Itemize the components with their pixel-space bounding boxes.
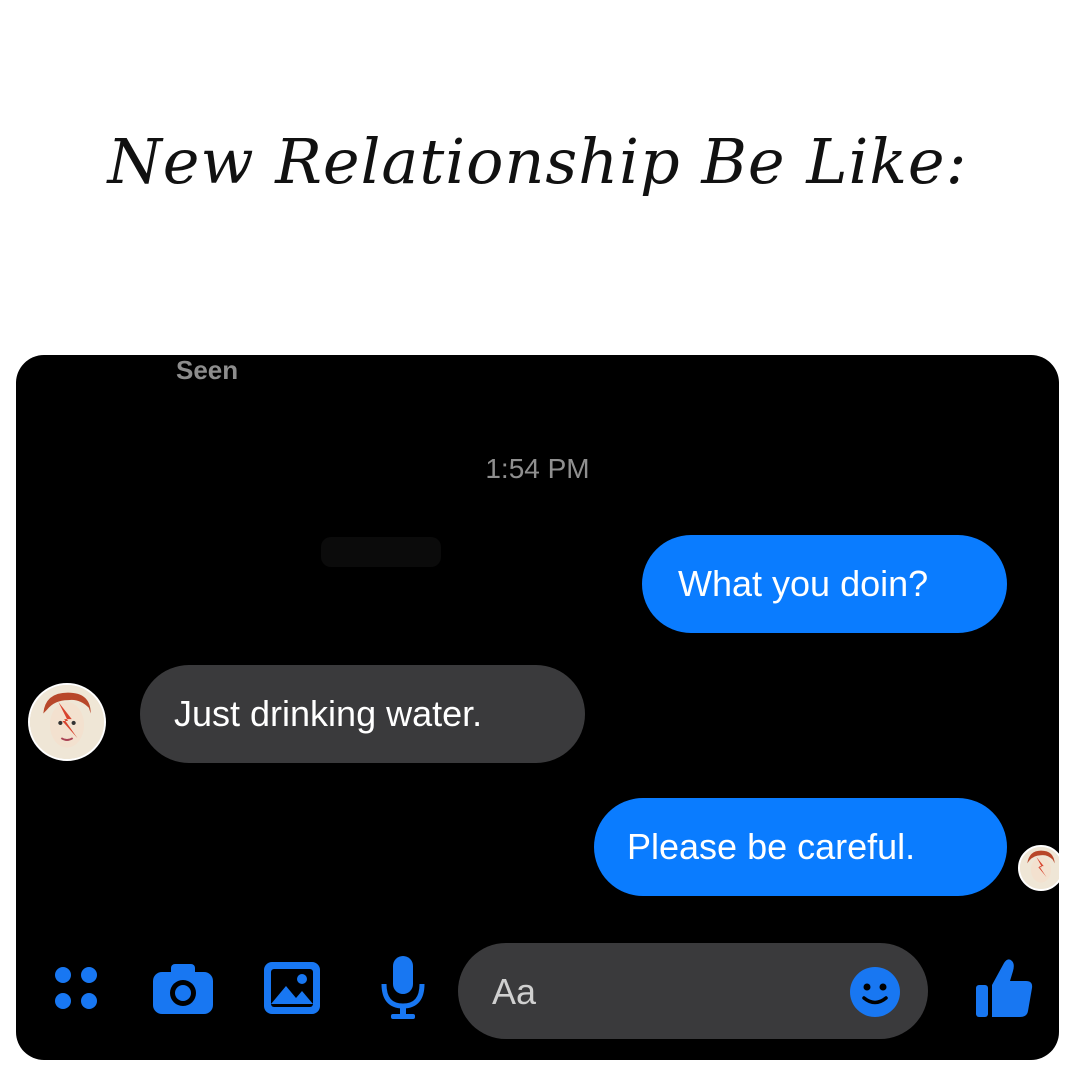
messenger-chat-window: Seen 1:54 PM What you doin? Just drinkin…	[16, 355, 1059, 1060]
camera-icon[interactable]	[148, 956, 218, 1020]
message-text: Please be careful.	[627, 826, 916, 867]
seen-indicator: Seen	[176, 355, 239, 385]
message-input[interactable]	[490, 969, 824, 1015]
read-receipt-avatar	[1018, 845, 1059, 891]
gallery-icon[interactable]	[260, 956, 324, 1020]
meme-title: New Relationship Be Like:	[107, 125, 968, 198]
incoming-message-bubble[interactable]: Just drinking water.	[140, 665, 585, 763]
message-composer[interactable]	[458, 943, 928, 1039]
blurred-area	[321, 537, 441, 567]
message-text: What you doin?	[678, 563, 929, 604]
outgoing-message-bubble[interactable]: What you doin?	[642, 535, 1007, 633]
apps-icon[interactable]	[46, 958, 106, 1018]
outgoing-message-bubble[interactable]: Please be careful.	[594, 798, 1007, 896]
thumbs-up-icon[interactable]	[971, 954, 1037, 1022]
emoji-icon[interactable]	[848, 965, 902, 1019]
contact-avatar[interactable]	[28, 683, 106, 761]
microphone-icon[interactable]	[374, 952, 432, 1024]
composer-toolbar	[16, 930, 1059, 1050]
message-text: Just drinking water.	[174, 693, 483, 734]
message-timestamp: 1:54 PM	[485, 453, 590, 484]
